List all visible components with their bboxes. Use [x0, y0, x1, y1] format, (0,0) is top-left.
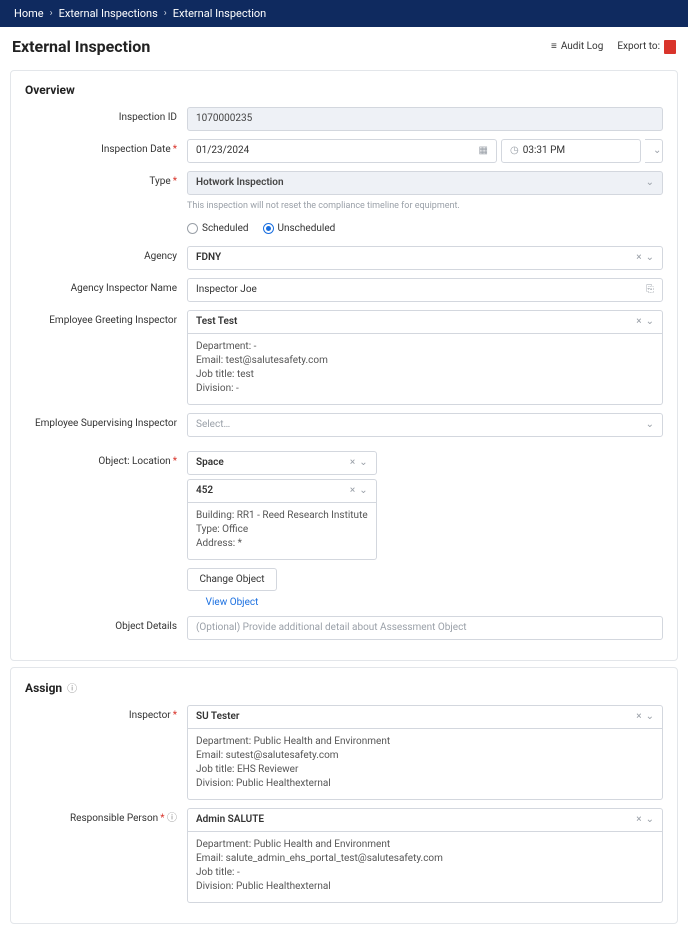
object-location-type-value: Space — [196, 456, 224, 470]
audit-log-button[interactable]: ≡ Audit Log — [551, 41, 603, 52]
object-location-type-select[interactable]: Space × ⌄ — [187, 451, 377, 475]
responsible-person-label: Responsible Person* ⓘ — [25, 808, 187, 830]
object-location-label: Object: Location* — [25, 451, 187, 473]
clock-icon: ◷ — [510, 144, 519, 158]
inspection-id-value: 1070000235 — [196, 112, 252, 126]
radio-on-icon — [263, 223, 274, 234]
inspection-time-value: 03:31 PM — [523, 144, 565, 158]
breadcrumb-current: External Inspection — [173, 7, 266, 20]
inspection-id-label: Inspection ID — [25, 107, 187, 129]
scheduled-label: Scheduled — [202, 223, 249, 234]
unscheduled-radio[interactable]: Unscheduled — [263, 223, 336, 234]
agency-value: FDNY — [196, 251, 221, 265]
type-value: Hotwork Inspection — [196, 176, 284, 190]
breadcrumb-bar: Home › External Inspections › External I… — [0, 0, 688, 27]
view-object-link[interactable]: View Object — [187, 597, 277, 608]
clear-icon[interactable]: × — [636, 315, 641, 329]
inspection-date-label: Inspection Date* — [25, 139, 187, 161]
agency-inspector-name-value: Inspector Joe — [196, 283, 257, 297]
agency-select[interactable]: FDNY × ⌄ — [187, 246, 663, 270]
page-header: External Inspection ≡ Audit Log Export t… — [0, 27, 688, 64]
chevron-down-icon: ⌄ — [359, 456, 367, 470]
agency-label: Agency — [25, 246, 187, 268]
chevron-right-icon: › — [50, 8, 53, 19]
chevron-down-icon: ⌄ — [646, 710, 654, 724]
overview-heading: Overview — [25, 83, 663, 97]
chevron-right-icon: › — [164, 8, 167, 19]
schedule-radio-group: Scheduled Unscheduled — [187, 219, 663, 238]
employee-greeting-select[interactable]: Test Test × ⌄ — [187, 310, 663, 334]
object-location-code-select[interactable]: 452 × ⌄ — [187, 479, 377, 503]
employee-greeting-details: Department: - Email: test@salutesafety.c… — [187, 334, 663, 405]
type-select[interactable]: Hotwork Inspection ⌄ — [187, 171, 663, 195]
page-actions: ≡ Audit Log Export to: — [551, 40, 676, 54]
clear-icon[interactable]: × — [350, 456, 355, 470]
type-label: Type* — [25, 171, 187, 193]
audit-log-label: Audit Log — [561, 41, 604, 52]
assign-heading: Assign ⓘ — [25, 680, 663, 695]
list-icon: ≡ — [551, 41, 557, 52]
overview-panel: Overview Inspection ID 1070000235 Inspec… — [10, 70, 678, 661]
chevron-down-icon: ⌄ — [646, 251, 654, 265]
responsible-person-select[interactable]: Admin SALUTE × ⌄ — [187, 808, 663, 832]
chevron-down-icon: ⌄ — [646, 176, 654, 190]
chevron-down-icon: ⌄ — [646, 418, 654, 432]
type-helper-text: This inspection will not reset the compl… — [187, 201, 663, 211]
inspection-time-input[interactable]: ◷ 03:31 PM — [501, 139, 641, 163]
agency-inspector-name-label: Agency Inspector Name — [25, 278, 187, 300]
object-details-label: Object Details — [25, 616, 187, 638]
radio-off-icon — [187, 223, 198, 234]
chevron-down-icon: ⌄ — [646, 813, 654, 827]
object-details-placeholder: (Optional) Provide additional detail abo… — [196, 621, 467, 635]
export-to: Export to: — [617, 40, 676, 54]
inspection-date-value: 01/23/2024 — [196, 144, 249, 158]
help-icon[interactable]: ⓘ — [67, 684, 77, 695]
employee-greeting-label: Employee Greeting Inspector — [25, 310, 187, 332]
object-location-code-value: 452 — [196, 484, 213, 498]
change-object-button[interactable]: Change Object — [187, 568, 277, 591]
inspector-details: Department: Public Health and Environmen… — [187, 729, 663, 800]
responsible-person-value: Admin SALUTE — [196, 813, 264, 827]
inspector-value: SU Tester — [196, 710, 239, 724]
export-to-label: Export to: — [617, 41, 660, 52]
unscheduled-label: Unscheduled — [278, 223, 336, 234]
calendar-icon: ▦ — [479, 144, 488, 158]
edit-icon[interactable]: ⎘ — [646, 283, 654, 297]
employee-supervising-label: Employee Supervising Inspector — [25, 413, 187, 435]
inspector-select[interactable]: SU Tester × ⌄ — [187, 705, 663, 729]
pdf-icon[interactable] — [664, 40, 676, 54]
breadcrumb-home[interactable]: Home — [14, 7, 44, 20]
clear-icon[interactable]: × — [636, 251, 641, 265]
help-icon[interactable]: ⓘ — [167, 813, 177, 824]
inspection-id-field: 1070000235 — [187, 107, 663, 131]
inspection-date-input[interactable]: 01/23/2024 ▦ — [187, 139, 497, 163]
assign-panel: Assign ⓘ Inspector* SU Tester × ⌄ Departm… — [10, 667, 678, 924]
time-toggle-button[interactable]: ⌄ — [645, 139, 663, 163]
responsible-person-details: Department: Public Health and Environmen… — [187, 832, 663, 903]
object-details-input[interactable]: (Optional) Provide additional detail abo… — [187, 616, 663, 640]
inspector-label: Inspector* — [25, 705, 187, 727]
employee-supervising-placeholder: Select… — [196, 418, 230, 432]
employee-greeting-value: Test Test — [196, 315, 237, 329]
agency-inspector-name-input[interactable]: Inspector Joe ⎘ — [187, 278, 663, 302]
clear-icon[interactable]: × — [350, 484, 355, 498]
breadcrumb-list[interactable]: External Inspections — [59, 7, 158, 20]
chevron-down-icon: ⌄ — [646, 315, 654, 329]
employee-supervising-select[interactable]: Select… ⌄ — [187, 413, 663, 437]
scheduled-radio[interactable]: Scheduled — [187, 223, 249, 234]
object-location-details: Building: RR1 - Reed Research Institute … — [187, 503, 377, 560]
clear-icon[interactable]: × — [636, 813, 641, 827]
chevron-down-icon: ⌄ — [359, 484, 367, 498]
page-title: External Inspection — [12, 37, 150, 56]
clear-icon[interactable]: × — [636, 710, 641, 724]
